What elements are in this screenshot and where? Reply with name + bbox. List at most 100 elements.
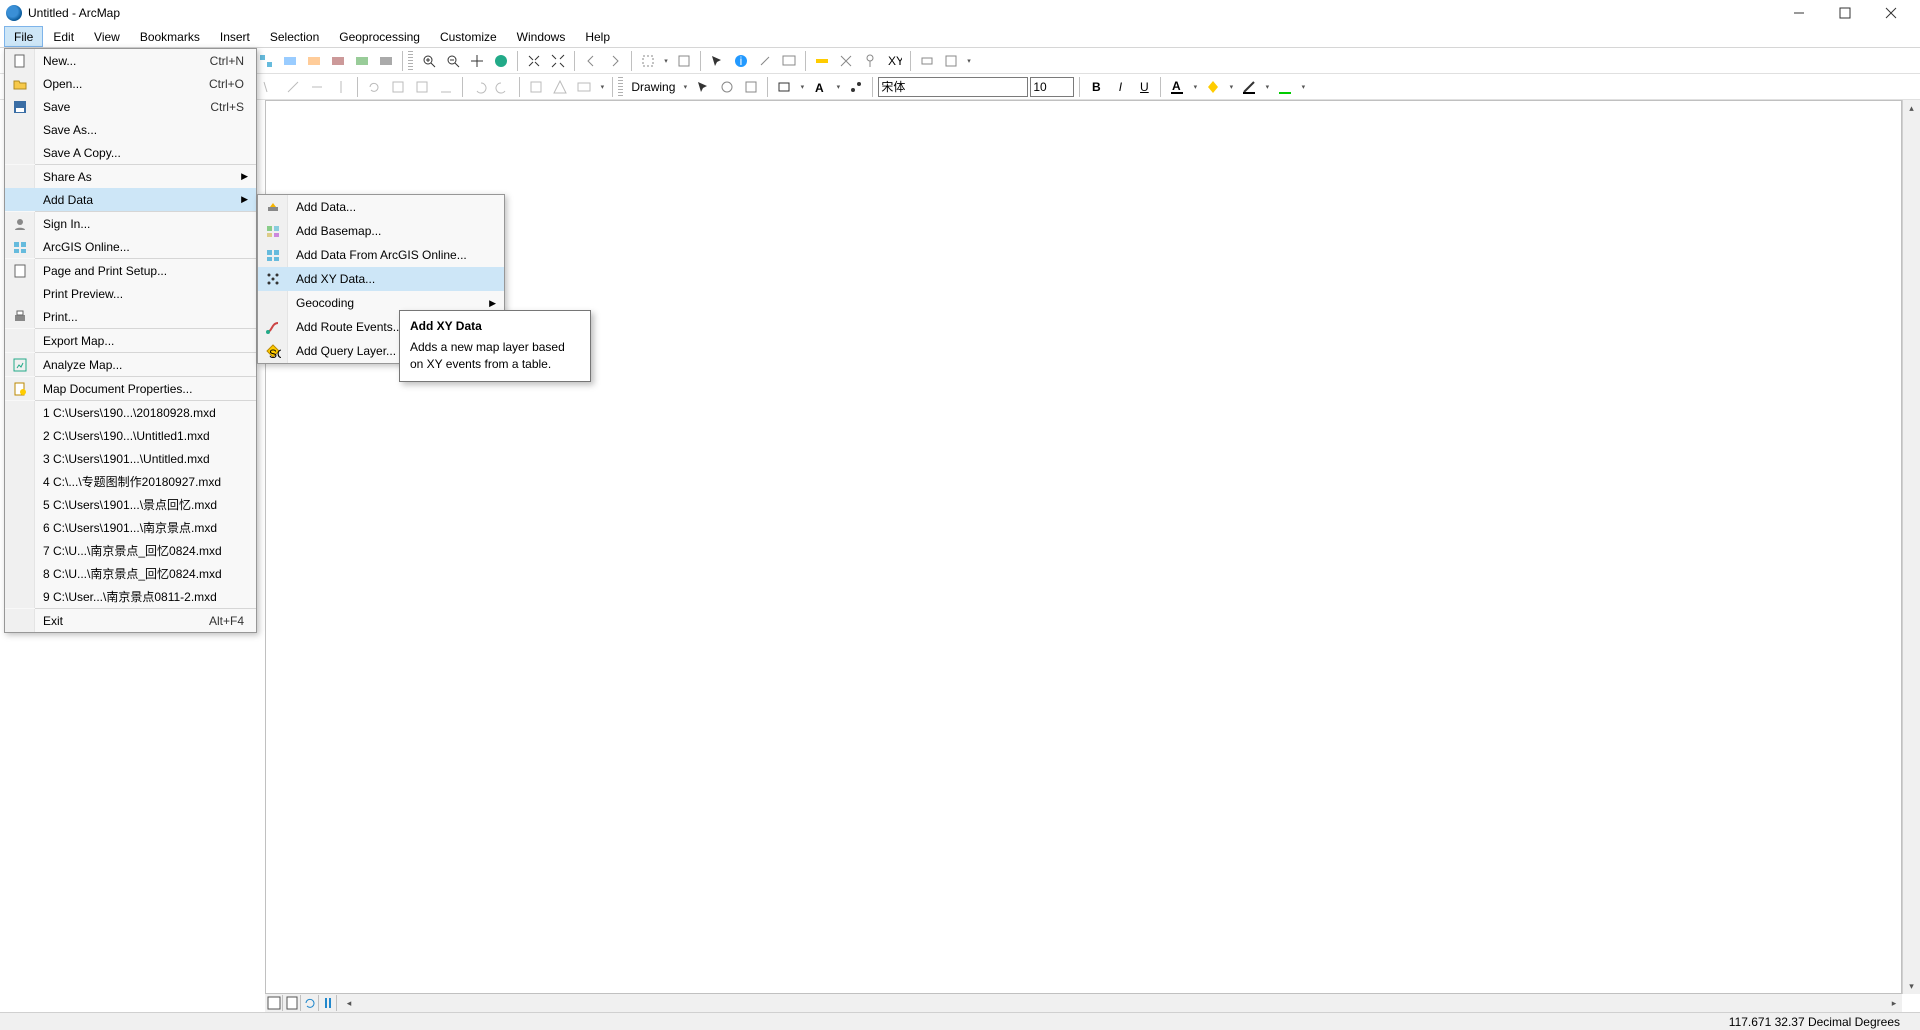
clear-selection-icon[interactable] — [673, 50, 695, 72]
select-dropdown-icon[interactable]: ▾ — [661, 50, 671, 72]
scroll-right-icon[interactable]: ▸ — [1886, 995, 1902, 1011]
identify-icon[interactable]: i — [730, 50, 752, 72]
vertical-scrollbar[interactable]: ▴ ▾ — [1902, 100, 1920, 994]
tool-4-icon[interactable] — [327, 50, 349, 72]
pan-icon[interactable] — [466, 50, 488, 72]
menu-item-sign-in[interactable]: Sign In... — [5, 212, 256, 235]
menu-item-map-document-properties[interactable]: Map Document Properties... — [5, 377, 256, 400]
minimize-button[interactable] — [1776, 0, 1822, 26]
line-color-icon[interactable] — [1238, 76, 1260, 98]
font-name-select[interactable] — [878, 77, 1028, 97]
font-size-select[interactable] — [1030, 77, 1074, 97]
edit-vertices-icon[interactable] — [258, 76, 280, 98]
menu-item-save-as[interactable]: Save As... — [5, 118, 256, 141]
menu-item-save-a-copy[interactable]: Save A Copy... — [5, 141, 256, 164]
menu-customize[interactable]: Customize — [430, 26, 507, 47]
menu-windows[interactable]: Windows — [507, 26, 576, 47]
marker-color-dropdown-icon[interactable]: ▾ — [1298, 76, 1308, 98]
cut-polygon-icon[interactable] — [306, 76, 328, 98]
recent-file[interactable]: 6 C:\Users\1901...\南京景点.mxd — [5, 516, 256, 539]
create-features-icon[interactable] — [525, 76, 547, 98]
edit-sketch-icon[interactable] — [549, 76, 571, 98]
recent-file[interactable]: 1 C:\Users\190...\20180928.mxd — [5, 401, 256, 424]
rotate-elements-icon[interactable] — [716, 76, 738, 98]
menu-item-print[interactable]: Print... — [5, 305, 256, 328]
topology-dropdown-icon[interactable]: ▾ — [597, 76, 607, 98]
hyperlink-icon[interactable] — [754, 50, 776, 72]
fill-color-dropdown-icon[interactable]: ▾ — [1226, 76, 1236, 98]
edit-vertices-draw-icon[interactable] — [845, 76, 867, 98]
zoom-in-icon[interactable] — [418, 50, 440, 72]
recent-file[interactable]: 7 C:\U...\南京景点_回忆0824.mxd — [5, 539, 256, 562]
menu-edit[interactable]: Edit — [43, 26, 84, 47]
map-canvas[interactable] — [265, 100, 1902, 994]
scroll-left-icon[interactable]: ◂ — [341, 995, 357, 1011]
menu-bookmarks[interactable]: Bookmarks — [130, 26, 210, 47]
submenu-item-add-basemap[interactable]: Add Basemap... — [258, 219, 504, 243]
shape-dropdown-icon[interactable]: ▾ — [797, 76, 807, 98]
pause-icon[interactable] — [319, 995, 337, 1011]
recent-file[interactable]: 9 C:\User...\南京景点0811-2.mxd — [5, 585, 256, 608]
select-features-icon[interactable] — [637, 50, 659, 72]
refresh-icon[interactable] — [301, 995, 319, 1011]
menu-item-analyze-map[interactable]: Analyze Map... — [5, 353, 256, 376]
redo-icon[interactable] — [492, 76, 514, 98]
tool-3-icon[interactable] — [303, 50, 325, 72]
toolbar-grip[interactable] — [618, 77, 623, 97]
create-viewer-icon[interactable] — [940, 50, 962, 72]
toolbar-grip[interactable] — [408, 51, 413, 71]
menu-item-new[interactable]: New...Ctrl+N — [5, 49, 256, 72]
menu-exit[interactable]: Exit Alt+F4 — [5, 609, 256, 632]
font-color-icon[interactable]: A — [1166, 76, 1188, 98]
tool-6-icon[interactable] — [375, 50, 397, 72]
recent-file[interactable]: 5 C:\Users\1901...\景点回忆.mxd — [5, 493, 256, 516]
html-popup-icon[interactable] — [778, 50, 800, 72]
full-extent-icon[interactable] — [490, 50, 512, 72]
submenu-item-add-xy-data[interactable]: Add XY Data... — [258, 267, 504, 291]
select-elements-icon[interactable] — [692, 76, 714, 98]
attributes-icon[interactable] — [387, 76, 409, 98]
maximize-button[interactable] — [1822, 0, 1868, 26]
tool-5-icon[interactable] — [351, 50, 373, 72]
split-icon[interactable] — [330, 76, 352, 98]
select-elements-icon[interactable] — [706, 50, 728, 72]
rotate-icon[interactable] — [363, 76, 385, 98]
scroll-down-icon[interactable]: ▾ — [1904, 978, 1920, 994]
recent-file[interactable]: 2 C:\Users\190...\Untitled1.mxd — [5, 424, 256, 447]
menu-insert[interactable]: Insert — [210, 26, 260, 47]
reshape-icon[interactable] — [282, 76, 304, 98]
viewer-dropdown-icon[interactable]: ▾ — [964, 50, 974, 72]
scroll-up-icon[interactable]: ▴ — [1904, 100, 1920, 116]
menu-item-page-and-print-setup[interactable]: Page and Print Setup... — [5, 259, 256, 282]
recent-file[interactable]: 4 C:\...\专题图制作20180927.mxd — [5, 470, 256, 493]
menu-item-open[interactable]: Open...Ctrl+O — [5, 72, 256, 95]
italic-icon[interactable]: I — [1109, 76, 1131, 98]
tool-1-icon[interactable] — [255, 50, 277, 72]
menu-item-arcgis-online[interactable]: ArcGIS Online... — [5, 235, 256, 258]
marker-color-icon[interactable] — [1274, 76, 1296, 98]
underline-icon[interactable]: U — [1133, 76, 1155, 98]
menu-item-export-map[interactable]: Export Map... — [5, 329, 256, 352]
line-color-dropdown-icon[interactable]: ▾ — [1262, 76, 1272, 98]
menu-file[interactable]: File — [4, 26, 43, 47]
text-icon[interactable]: A — [809, 76, 831, 98]
fixed-zoom-in-icon[interactable] — [523, 50, 545, 72]
edit-annotation-icon[interactable] — [435, 76, 457, 98]
menu-item-save[interactable]: SaveCtrl+S — [5, 95, 256, 118]
find-route-icon[interactable] — [859, 50, 881, 72]
edit-topology-icon[interactable] — [573, 76, 595, 98]
menu-view[interactable]: View — [84, 26, 130, 47]
undo-icon[interactable] — [468, 76, 490, 98]
zoom-to-sel-icon[interactable] — [740, 76, 762, 98]
forward-icon[interactable] — [604, 50, 626, 72]
menu-item-add-data[interactable]: Add Data▶ — [5, 188, 256, 211]
rectangle-icon[interactable] — [773, 76, 795, 98]
text-dropdown-icon[interactable]: ▾ — [833, 76, 843, 98]
sketch-icon[interactable] — [411, 76, 433, 98]
recent-file[interactable]: 8 C:\U...\南京景点_回忆0824.mxd — [5, 562, 256, 585]
menu-help[interactable]: Help — [575, 26, 620, 47]
close-button[interactable] — [1868, 0, 1914, 26]
layout-view-icon[interactable] — [283, 995, 301, 1011]
menu-geoprocessing[interactable]: Geoprocessing — [329, 26, 430, 47]
menu-selection[interactable]: Selection — [260, 26, 329, 47]
